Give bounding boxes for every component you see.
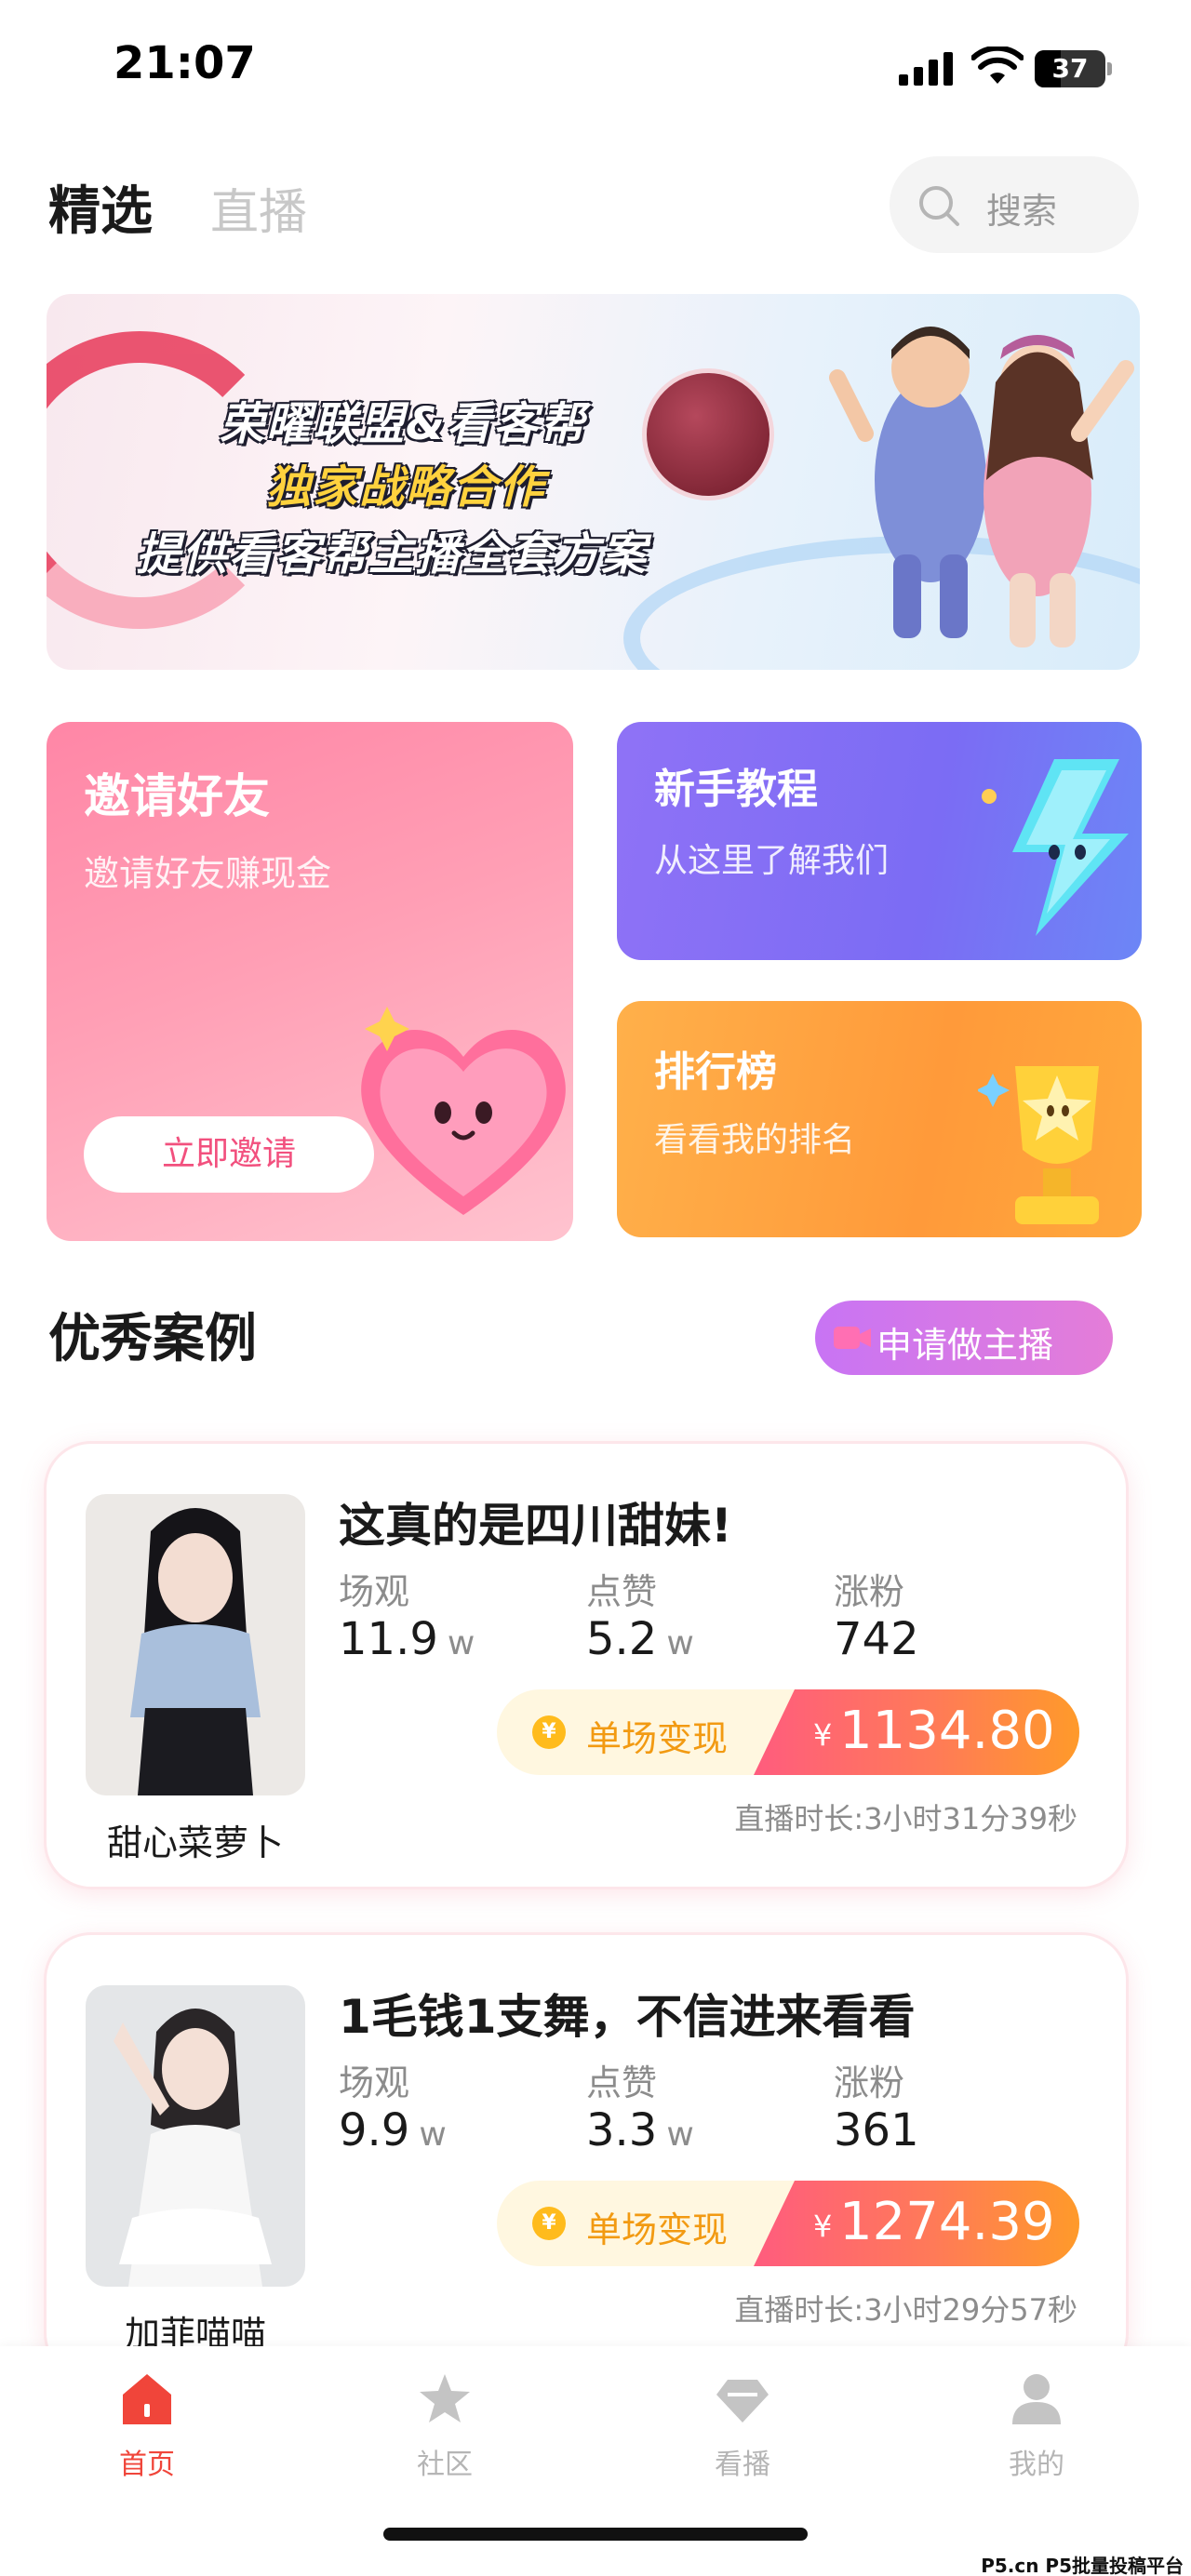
tab-profile-label: 我的 [1009, 2449, 1064, 2481]
heart-mascot-icon [361, 1007, 566, 1215]
diamond-icon [716, 2380, 769, 2423]
tutorial-card-subtitle: 从这里了解我们 [654, 842, 890, 880]
banner-headline: 荣曜联盟&看客帮 [220, 398, 586, 450]
views-value: 9.9 w [339, 2104, 447, 2156]
views-label: 场观 [339, 2062, 410, 2103]
apply-host-label: 申请做主播 [877, 1325, 1054, 1366]
case-card[interactable]: 加菲喵喵 1毛钱1支舞，不信进来看看 场观 点赞 涨粉 9.9 w 3.3 w 36… [47, 1935, 1126, 2378]
followers-value: 361 [834, 2104, 919, 2156]
promo-banner[interactable]: 荣曜联盟&看客帮 独家战略合作 提供看客帮主播全套方案 [47, 294, 1140, 670]
video-camera-icon [834, 1327, 871, 1349]
watermark-text: P5.cn P5批量投稿平台 [981, 2555, 1184, 2576]
earnings-bar: ¥ 单场变现 ¥ 1134.80 [497, 1689, 1079, 1775]
followers-label: 涨粉 [834, 1571, 905, 1612]
search-icon [919, 186, 959, 226]
status-time: 21:07 [114, 37, 256, 89]
invite-friends-card[interactable]: 邀请好友 邀请好友赚现金 立即邀请 [47, 722, 573, 1241]
banner-tagline: 提供看客帮主播全套方案 [136, 528, 649, 581]
streamer-photo [86, 1985, 305, 2287]
views-label: 场观 [339, 1571, 410, 1612]
case-title: 1毛钱1支舞，不信进来看看 [339, 1990, 916, 2044]
featured-cases-title: 优秀案例 [48, 1309, 257, 1369]
status-bar: 21:07 37 [0, 0, 1191, 140]
earnings-amount: ¥ 1134.80 [754, 1689, 1079, 1775]
earnings-label: 单场变现 [586, 2209, 729, 2250]
tab-featured[interactable]: 精选 [48, 169, 153, 245]
beginner-tutorial-card[interactable]: 新手教程 从这里了解我们 [617, 722, 1142, 960]
home-indicator[interactable] [383, 2528, 808, 2541]
tab-community-label: 社区 [417, 2449, 473, 2481]
tab-community[interactable]: 社区 [370, 2370, 519, 2482]
home-icon [123, 2374, 171, 2424]
invite-card-title: 邀请好友 [84, 769, 270, 823]
coin-icon: ¥ [532, 2207, 566, 2240]
coin-icon: ¥ [532, 1715, 566, 1749]
tab-watch[interactable]: 看播 [668, 2370, 817, 2482]
likes-label: 点赞 [586, 2062, 658, 2103]
case-title: 这真的是四川甜妹! [339, 1499, 732, 1553]
followers-value: 742 [834, 1613, 919, 1665]
banner-subheadline: 独家战略合作 [266, 461, 546, 514]
battery-icon: 37 [1035, 50, 1113, 87]
earnings-amount: ¥ 1274.39 [754, 2181, 1079, 2266]
invite-now-button[interactable]: 立即邀请 [84, 1116, 374, 1193]
tab-profile[interactable]: 我的 [962, 2370, 1111, 2482]
search-placeholder: 搜索 [986, 191, 1058, 232]
cartoon-characters-illustration [829, 327, 1134, 647]
tab-live[interactable]: 直播 [210, 173, 307, 243]
battery-level: 37 [1051, 53, 1089, 84]
likes-label: 点赞 [586, 1571, 658, 1612]
tutorial-card-title: 新手教程 [654, 766, 818, 813]
streamer-photo [86, 1494, 305, 1795]
streamer-nickname: 甜心菜萝卜 [106, 1822, 284, 1863]
leaderboard-card-subtitle: 看看我的排名 [654, 1121, 856, 1159]
earnings-label: 单场变现 [586, 1718, 729, 1759]
case-card[interactable]: 甜心菜萝卜 这真的是四川甜妹! 场观 点赞 涨粉 11.9 w 5.2 w 742 … [47, 1444, 1126, 1887]
tab-home-label: 首页 [119, 2449, 175, 2481]
alliance-logo [642, 368, 774, 501]
trophy-mascot-icon [978, 1066, 1099, 1224]
lightning-mascot-icon [982, 759, 1129, 936]
star-icon [420, 2374, 470, 2423]
cellular-signal-icon [899, 52, 953, 86]
live-duration: 直播时长:3小时31分39秒 [734, 1801, 1077, 1836]
leaderboard-card[interactable]: 排行榜 看看我的排名 [617, 1001, 1142, 1237]
likes-value: 5.2 w [586, 1613, 694, 1665]
earnings-bar: ¥ 单场变现 ¥ 1274.39 [497, 2181, 1079, 2266]
bottom-tab-bar: 首页 社区 看播 我的 [0, 2346, 1191, 2576]
apply-host-button[interactable]: 申请做主播 [815, 1301, 1113, 1375]
person-icon [1012, 2374, 1061, 2424]
followers-label: 涨粉 [834, 2062, 905, 2103]
live-duration: 直播时长:3小时29分57秒 [734, 2292, 1077, 2328]
leaderboard-card-title: 排行榜 [654, 1048, 777, 1096]
banner-decoration [47, 331, 288, 629]
top-header: 精选 直播 搜索 [0, 149, 1191, 260]
likes-value: 3.3 w [586, 2104, 694, 2156]
search-input[interactable]: 搜索 [890, 156, 1139, 253]
wifi-icon [971, 47, 1024, 84]
tab-home[interactable]: 首页 [73, 2370, 221, 2482]
tab-watch-label: 看播 [715, 2449, 770, 2481]
views-value: 11.9 w [339, 1613, 475, 1665]
invite-card-subtitle: 邀请好友赚现金 [84, 853, 332, 894]
